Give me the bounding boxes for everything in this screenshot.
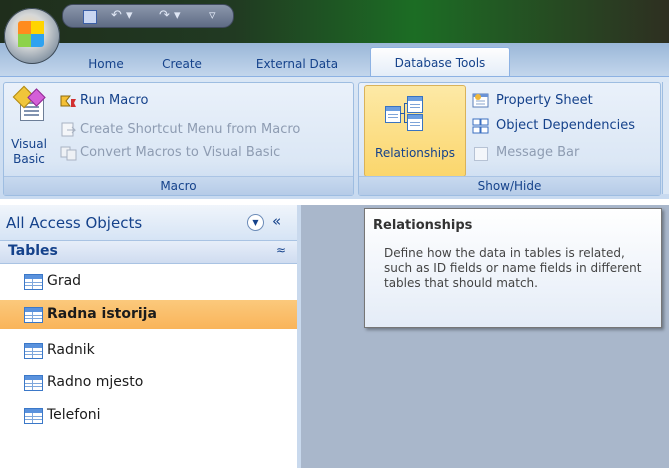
object-dependencies-icon: [472, 118, 489, 134]
object-dependencies-label: Object Dependencies: [496, 118, 635, 133]
nav-pane-header[interactable]: All Access Objects ▼ «: [0, 205, 297, 241]
table-item-label: Grad: [47, 273, 82, 289]
show-hide-group-label: Show/Hide: [359, 176, 660, 195]
shortcut-menu-icon: [60, 122, 77, 138]
ribbon: Visual Basic Run Macro Create Shortcut M…: [0, 76, 669, 199]
relationships-label: Relationships: [375, 146, 455, 160]
table-item-grad[interactable]: Grad: [0, 267, 297, 296]
macro-group-label: Macro: [4, 176, 353, 195]
convert-macros-label: Convert Macros to Visual Basic: [80, 145, 281, 160]
table-item-radnik[interactable]: Radnik: [0, 336, 297, 365]
nav-pane-title: All Access Objects: [6, 214, 143, 232]
show-hide-group: Relationships Property Sheet Object Depe…: [358, 82, 661, 196]
undo-icon[interactable]: ↶ ▾: [111, 8, 133, 24]
visual-basic-button[interactable]: Visual Basic: [6, 83, 52, 175]
tab-home[interactable]: Home: [80, 47, 132, 75]
navigation-pane: All Access Objects ▼ « Tables ≈ Grad Rad…: [0, 205, 301, 468]
message-bar-label: Message Bar: [496, 145, 580, 160]
save-icon[interactable]: [83, 10, 97, 24]
customize-icon[interactable]: ▿: [209, 8, 216, 24]
relationships-icon: [385, 96, 425, 131]
convert-macros-icon: [60, 145, 77, 161]
visual-basic-icon: [12, 85, 46, 121]
table-item-label: Radno mjesto: [47, 374, 144, 390]
office-logo-icon: [18, 21, 44, 47]
office-button[interactable]: [4, 8, 60, 64]
visual-basic-label-2: Basic: [13, 152, 45, 166]
tables-section-header[interactable]: Tables ≈: [0, 241, 297, 264]
chevron-up-icon[interactable]: ≈: [276, 243, 286, 257]
ribbon-tab-strip: Home Create External Data Database Tools: [0, 43, 669, 76]
create-shortcut-menu-label: Create Shortcut Menu from Macro: [80, 122, 301, 137]
nav-collapse-icon[interactable]: «: [272, 212, 281, 230]
property-sheet-icon: [472, 93, 489, 109]
tooltip-title: Relationships: [373, 218, 473, 233]
table-icon: [24, 408, 43, 424]
table-item-telefoni[interactable]: Telefoni: [0, 401, 297, 430]
message-bar-checkbox-box[interactable]: [474, 147, 488, 161]
table-icon: [24, 307, 43, 323]
property-sheet-label: Property Sheet: [496, 93, 593, 108]
tooltip-body: Define how the data in tables is related…: [384, 246, 642, 290]
table-item-radno-mjesto[interactable]: Radno mjesto: [0, 368, 297, 397]
tables-section-label: Tables: [8, 243, 58, 259]
table-icon: [24, 375, 43, 391]
table-item-label: Radna istorija: [47, 306, 157, 322]
relationships-button[interactable]: Relationships: [364, 85, 466, 177]
tab-create[interactable]: Create: [153, 47, 211, 75]
table-item-label: Telefoni: [47, 407, 101, 423]
table-item-radna-istorija[interactable]: Radna istorija: [0, 300, 297, 329]
macro-group: Visual Basic Run Macro Create Shortcut M…: [3, 82, 354, 196]
next-group-edge: [662, 82, 669, 194]
relationships-tooltip: Relationships Define how the data in tab…: [364, 208, 662, 328]
run-macro-label: Run Macro: [80, 93, 149, 108]
quick-access-toolbar: ↶ ▾ ↷ ▾ ▿: [62, 4, 234, 28]
table-icon: [24, 274, 43, 290]
tab-external-data[interactable]: External Data: [247, 47, 347, 75]
table-icon: [24, 343, 43, 359]
redo-icon[interactable]: ↷ ▾: [159, 8, 181, 24]
table-item-label: Radnik: [47, 342, 95, 358]
visual-basic-label-1: Visual: [11, 137, 47, 151]
tab-database-tools[interactable]: Database Tools: [370, 47, 510, 76]
nav-dropdown-icon[interactable]: ▼: [247, 214, 264, 231]
run-macro-icon: [60, 93, 77, 109]
